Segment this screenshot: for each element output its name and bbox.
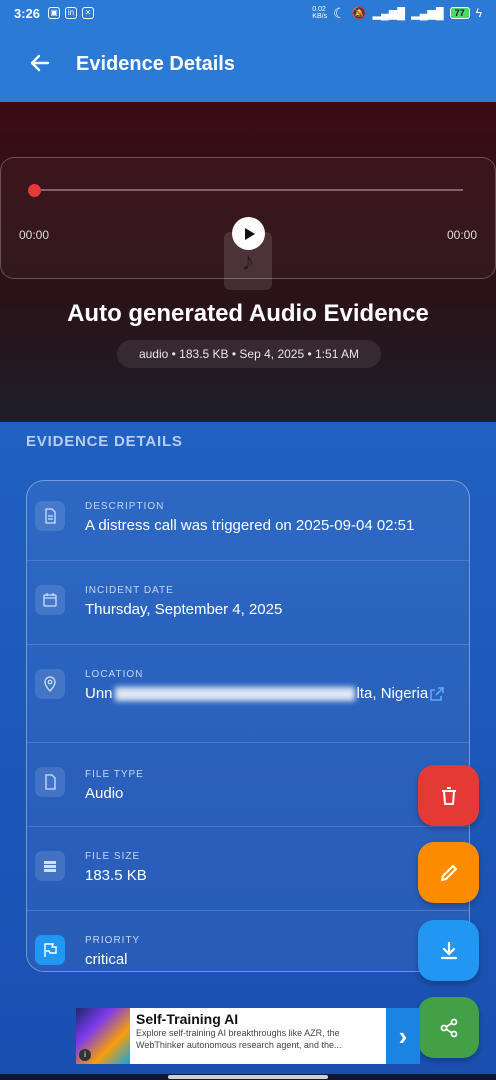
- location-start: Unn: [85, 685, 113, 702]
- description-row: DESCRIPTION A distress call was triggere…: [27, 481, 469, 561]
- edit-button[interactable]: [418, 842, 479, 903]
- share-icon: [440, 1018, 457, 1037]
- home-indicator[interactable]: [168, 1075, 328, 1079]
- ad-title: Self-Training AI: [136, 1011, 239, 1027]
- status-right: 0.02 KB/s ☾ 🔕 ▂▄▆█ ▂▄▆█ 77 ϟ: [312, 5, 482, 22]
- share-button[interactable]: [418, 997, 479, 1058]
- delete-button[interactable]: [418, 765, 479, 826]
- description-value: A distress call was triggered on 2025-09…: [85, 517, 415, 534]
- pencil-icon: [440, 864, 457, 881]
- download-icon: [440, 941, 457, 959]
- ad-body: Explore self-training AI breakthroughs l…: [136, 1028, 342, 1050]
- app-bar: Evidence Details: [0, 26, 496, 102]
- net-speed: 0.02 KB/s: [312, 6, 328, 20]
- priority-value: critical: [85, 951, 128, 968]
- moon-icon: ☾: [333, 4, 346, 21]
- file-type-value: Audio: [85, 785, 124, 802]
- file-size-row: FILE SIZE 183.5 KB: [27, 827, 469, 911]
- incident-date-row: INCIDENT DATE Thursday, September 4, 202…: [27, 561, 469, 645]
- flag-icon: [35, 935, 65, 965]
- incident-date-label: INCIDENT DATE: [85, 585, 174, 596]
- details-card: DESCRIPTION A distress call was triggere…: [26, 480, 470, 972]
- ad-info-icon[interactable]: i: [79, 1049, 91, 1061]
- file-size-label: FILE SIZE: [85, 851, 141, 862]
- location-label: LOCATION: [85, 669, 144, 680]
- file-type-label: FILE TYPE: [85, 769, 144, 780]
- back-arrow-icon[interactable]: [30, 49, 50, 80]
- battery-icon: 77: [449, 7, 470, 19]
- file-icon: [35, 767, 65, 797]
- location-pin-icon: [35, 669, 65, 699]
- notification-icon: ▣: [48, 7, 61, 19]
- current-time: 00:00: [19, 228, 50, 242]
- linkedin-icon: in: [65, 7, 78, 19]
- evidence-meta: audio • 183.5 KB • Sep 4, 2025 • 1:51 AM: [117, 340, 381, 368]
- incident-date-value: Thursday, September 4, 2025: [85, 601, 283, 618]
- play-button[interactable]: [232, 217, 265, 250]
- ad-text: Self-Training AI Explore self-training A…: [130, 1008, 386, 1064]
- charging-icon: ϟ: [475, 6, 482, 20]
- ad-banner[interactable]: i Self-Training AI Explore self-training…: [76, 1008, 420, 1064]
- signal-icon: ▂▄▆█: [372, 7, 406, 20]
- evidence-hero: ♪ 00:00 00:00 Auto generated Audio Evide…: [0, 102, 496, 422]
- open-external-icon[interactable]: [429, 686, 445, 702]
- storage-icon: [35, 851, 65, 881]
- location-row: LOCATION Unn lta, Nigeria: [27, 645, 469, 743]
- page-title: Evidence Details: [76, 52, 235, 75]
- seek-thumb[interactable]: [28, 184, 41, 197]
- location-end: lta, Nigeria: [356, 685, 429, 702]
- seek-track[interactable]: [35, 189, 463, 191]
- file-type-row: FILE TYPE Audio: [27, 743, 469, 827]
- audio-player: 00:00 00:00: [0, 157, 496, 279]
- location-value: Unn lta, Nigeria: [85, 685, 428, 702]
- nav-bar: [0, 1074, 496, 1080]
- trash-icon: [441, 786, 456, 805]
- evidence-title: Auto generated Audio Evidence: [67, 300, 429, 327]
- section-heading: EVIDENCE DETAILS: [26, 433, 183, 450]
- document-icon: [35, 501, 65, 531]
- play-icon: [244, 227, 255, 240]
- description-label: DESCRIPTION: [85, 501, 165, 512]
- ad-image: i: [76, 1008, 130, 1064]
- priority-label: PRIORITY: [85, 935, 141, 946]
- app-icon: ✕: [82, 7, 95, 19]
- calendar-icon: [35, 585, 65, 615]
- ad-arrow-icon[interactable]: ›: [386, 1008, 420, 1064]
- download-button[interactable]: [418, 920, 479, 981]
- status-bar: 3:26 ▣ in ✕ 0.02 KB/s ☾ 🔕 ▂▄▆█ ▂▄▆█ 77 ϟ: [0, 0, 496, 26]
- total-time: 00:00: [446, 228, 477, 242]
- priority-row: PRIORITY critical: [27, 911, 469, 971]
- signal-icon-2: ▂▄▆█: [411, 7, 444, 20]
- redacted-location: [114, 687, 355, 702]
- status-time: 3:26: [14, 5, 41, 21]
- mute-icon: 🔕: [351, 6, 367, 20]
- file-size-value: 183.5 KB: [85, 867, 147, 884]
